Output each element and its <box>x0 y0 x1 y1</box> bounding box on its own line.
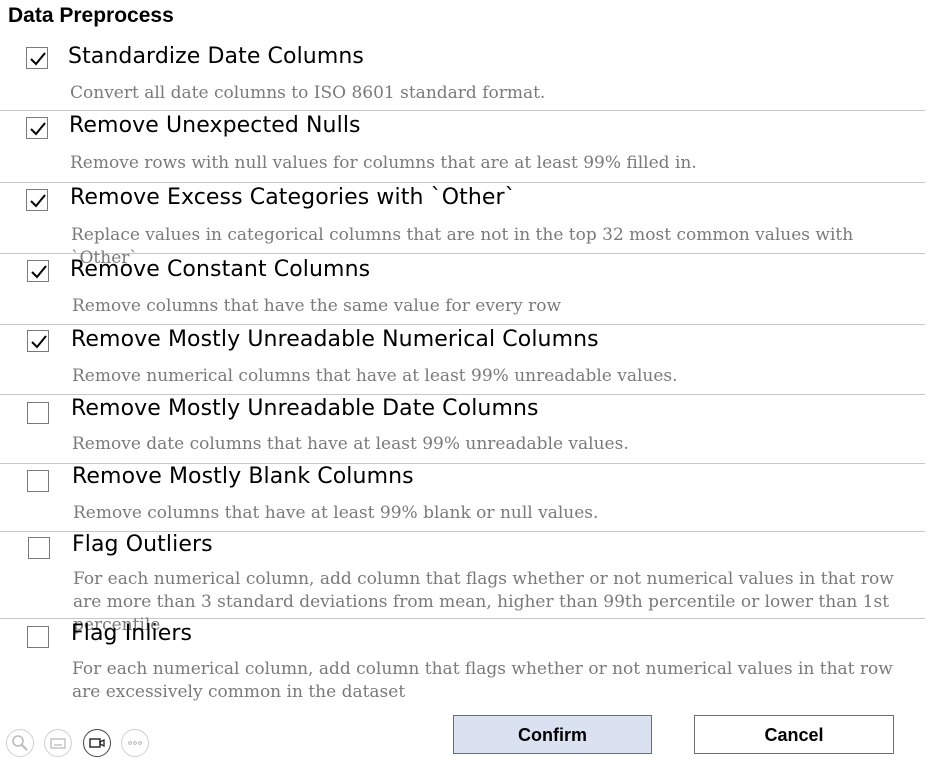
option-description: For each numerical column, add column th… <box>72 659 893 702</box>
checkmark-icon <box>31 335 47 349</box>
option-checkbox[interactable] <box>27 260 49 282</box>
checkmark-icon <box>30 194 46 208</box>
option-checkbox[interactable] <box>28 537 50 559</box>
option-label: Flag Inliers <box>71 621 193 646</box>
option-label: Flag Outliers <box>72 532 213 557</box>
cancel-button[interactable]: Cancel <box>694 715 894 754</box>
option-label: Remove Constant Columns <box>70 257 371 282</box>
option-label: Remove Mostly Unreadable Date Columns <box>71 396 539 421</box>
option-row: Remove Mostly Blank Columns Remove colum… <box>0 464 925 532</box>
option-checkbox[interactable] <box>27 470 49 492</box>
option-description: Remove numerical columns that have at le… <box>72 366 678 386</box>
search-icon[interactable] <box>6 729 34 757</box>
more-icon[interactable] <box>121 729 149 757</box>
option-row: Standardize Date Columns Convert all dat… <box>0 40 925 111</box>
confirm-button[interactable]: Confirm <box>453 715 652 754</box>
checkmark-icon <box>31 265 47 279</box>
option-checkbox[interactable] <box>27 402 49 424</box>
option-label: Remove Mostly Unreadable Numerical Colum… <box>71 327 599 352</box>
page-title: Data Preprocess <box>8 4 174 27</box>
option-label: Standardize Date Columns <box>68 44 364 69</box>
option-row: Flag Inliers For each numerical column, … <box>0 619 925 709</box>
option-checkbox[interactable] <box>27 330 49 352</box>
option-row: Remove Constant Columns Remove columns t… <box>0 254 925 325</box>
option-checkbox[interactable] <box>26 117 48 139</box>
option-checkbox[interactable] <box>27 626 49 648</box>
option-row: Remove Mostly Unreadable Date Columns Re… <box>0 395 925 464</box>
checkmark-icon <box>30 52 46 66</box>
option-row: Remove Unexpected Nulls Remove rows with… <box>0 111 925 183</box>
option-description: Remove columns that have the same value … <box>72 296 562 316</box>
video-icon[interactable] <box>83 729 111 757</box>
option-row: Remove Mostly Unreadable Numerical Colum… <box>0 325 925 395</box>
option-description: Convert all date columns to ISO 8601 sta… <box>70 83 546 103</box>
option-label: Remove Excess Categories with `Other` <box>70 185 516 210</box>
option-description: Remove rows with null values for columns… <box>70 153 697 173</box>
option-description: Remove date columns that have at least 9… <box>72 434 629 454</box>
option-row: Flag Outliers For each numerical column,… <box>0 532 925 635</box>
option-checkbox[interactable] <box>26 189 48 211</box>
option-description: Remove columns that have at least 99% bl… <box>73 503 599 523</box>
keyboard-icon[interactable] <box>44 729 72 757</box>
option-label: Remove Mostly Blank Columns <box>72 464 414 489</box>
checkmark-icon <box>30 122 46 136</box>
option-row: Remove Excess Categories with `Other` Re… <box>0 183 925 268</box>
option-checkbox[interactable] <box>26 47 48 69</box>
option-label: Remove Unexpected Nulls <box>69 113 361 138</box>
